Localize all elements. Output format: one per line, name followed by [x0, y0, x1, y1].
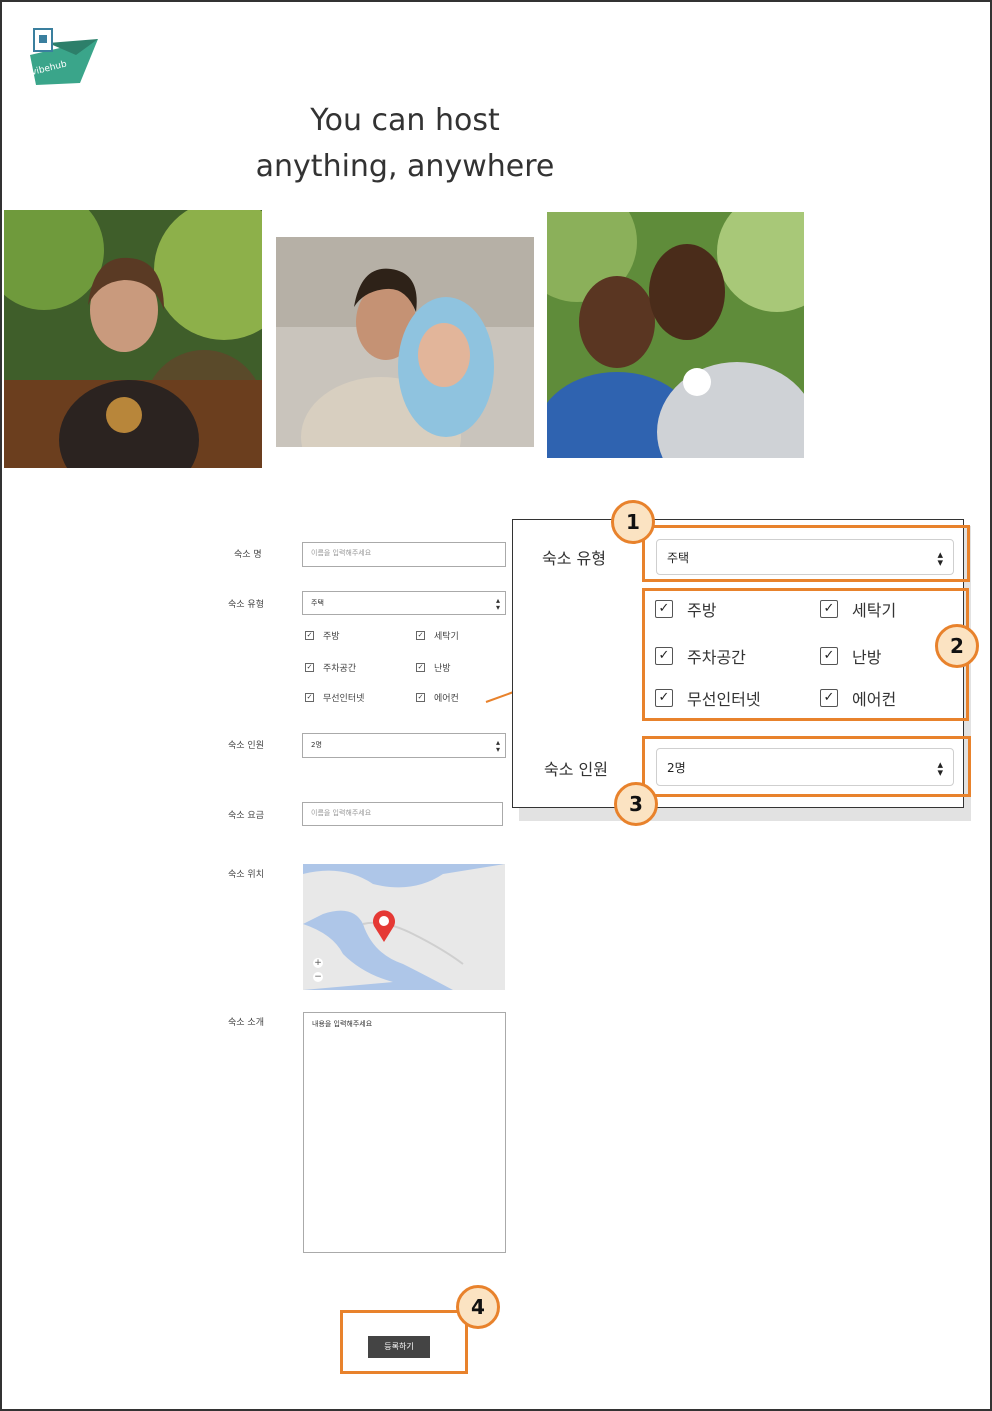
type-label: 숙소 유형	[228, 600, 264, 610]
callout-badge-3: 3	[614, 782, 658, 826]
callout-badge-2: 2	[935, 624, 979, 668]
checkbox-checked-icon[interactable]: ✓	[305, 693, 314, 702]
host-photo-couple-1	[276, 237, 534, 447]
amenity-parking[interactable]: ✓ 주차공간	[305, 661, 356, 674]
zoom-in-icon[interactable]: +	[313, 958, 323, 968]
amenity-label: 에어컨	[434, 694, 459, 704]
intro-label: 숙소 소개	[228, 1018, 264, 1028]
name-label: 숙소 명	[234, 550, 262, 560]
amenity-label: 난방	[434, 664, 451, 674]
type-select-value: 주택	[311, 599, 324, 607]
amenity-heating[interactable]: ✓ 난방	[416, 661, 451, 674]
capacity-label: 숙소 인원	[228, 741, 264, 751]
amenity-washer[interactable]: ✓ 세탁기	[416, 629, 459, 642]
location-map[interactable]: + −	[303, 864, 505, 990]
hero-title: You can host anything, anywhere	[230, 98, 580, 190]
name-input[interactable]: 이름을 입력해주세요	[302, 542, 506, 567]
host-photo-couple-2	[547, 212, 804, 458]
brand-logo[interactable]: vibehub	[28, 25, 102, 85]
host-photo-woman	[4, 210, 262, 468]
select-arrows-icon: ▴ ▾	[495, 738, 500, 754]
highlight-box-submit	[340, 1310, 468, 1374]
amenity-aircon[interactable]: ✓ 에어컨	[416, 691, 459, 704]
select-arrows-icon: ▴ ▾	[495, 596, 500, 612]
highlight-box-amenities	[642, 588, 969, 721]
checkbox-checked-icon[interactable]: ✓	[416, 631, 425, 640]
hero-title-line-1: You can host	[310, 103, 500, 138]
location-label: 숙소 위치	[228, 870, 264, 880]
zoom-type-label: 숙소 유형	[542, 549, 606, 568]
amenity-label: 주방	[323, 632, 340, 642]
hero-title-line-2: anything, anywhere	[255, 149, 555, 184]
callout-badge-1: 1	[611, 500, 655, 544]
capacity-select[interactable]: 2명 ▴ ▾	[302, 733, 506, 758]
highlight-box-capacity	[642, 736, 971, 797]
price-input[interactable]: 이름을 입력해주세요	[302, 802, 503, 826]
price-label: 숙소 요금	[228, 811, 264, 821]
checkbox-checked-icon[interactable]: ✓	[416, 693, 425, 702]
amenity-label: 세탁기	[434, 632, 459, 642]
zoom-out-icon[interactable]: −	[313, 972, 323, 982]
highlight-box-type	[642, 525, 970, 582]
amenity-label: 주차공간	[323, 664, 357, 674]
zoom-capacity-label: 숙소 인원	[544, 760, 608, 779]
amenity-label: 무선인터넷	[323, 694, 365, 704]
checkbox-checked-icon[interactable]: ✓	[416, 663, 425, 672]
intro-textarea[interactable]: 내용을 입력해주세요	[303, 1012, 506, 1253]
amenity-wifi[interactable]: ✓ 무선인터넷	[305, 691, 364, 704]
capacity-select-value: 2명	[311, 741, 322, 749]
type-select[interactable]: 주택 ▴ ▾	[302, 591, 506, 615]
amenity-kitchen[interactable]: ✓ 주방	[305, 629, 340, 642]
map-pin-icon[interactable]	[370, 909, 398, 943]
checkbox-checked-icon[interactable]: ✓	[305, 663, 314, 672]
checkbox-checked-icon[interactable]: ✓	[305, 631, 314, 640]
callout-badge-4: 4	[456, 1285, 500, 1329]
